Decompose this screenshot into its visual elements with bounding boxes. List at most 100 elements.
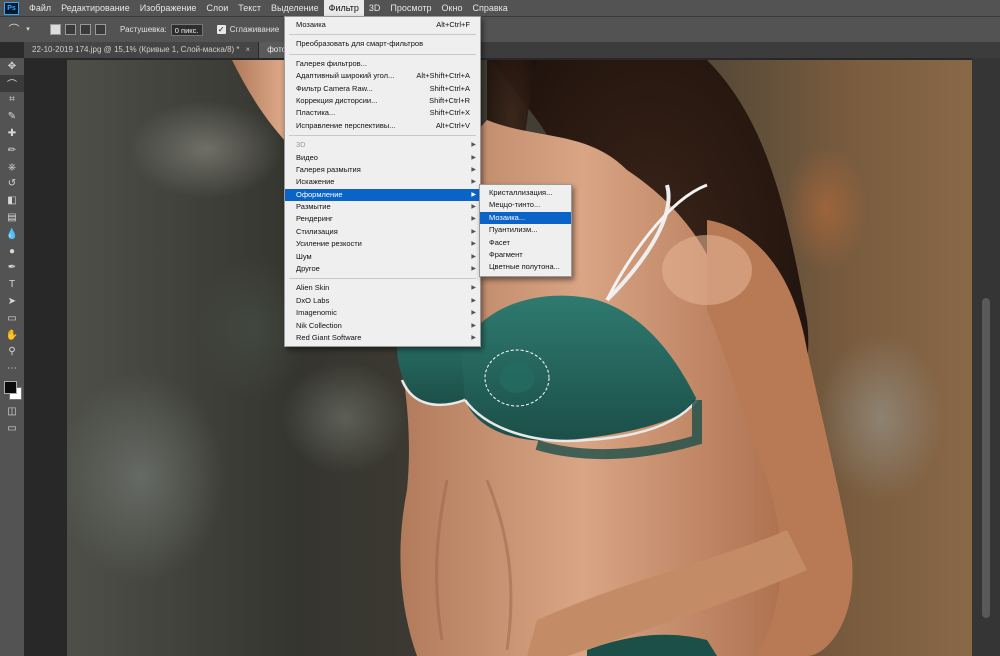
scrollbar-thumb[interactable] [982, 298, 990, 618]
options-bar: ⌒ ▾ Растушевка: 0 пикс. ✓ Сглаживание [0, 16, 1000, 42]
lasso-icon[interactable]: ⌒ [8, 24, 20, 36]
filter-menu-item[interactable]: Шум ▶ [285, 251, 480, 263]
new-selection-mode-button[interactable] [50, 24, 61, 35]
menu-7[interactable]: 3D [364, 0, 386, 16]
filter-menu-item[interactable]: Другое ▶ [285, 263, 480, 275]
intersect-selection-mode-button[interactable] [95, 24, 106, 35]
menu-6[interactable]: Фильтр [323, 0, 364, 16]
filter-menu-item[interactable]: Размытие ▶ [285, 201, 480, 213]
menu-3[interactable]: Слои [201, 0, 233, 16]
eyedropper-tool-icon[interactable]: ✎ [0, 108, 24, 125]
pixelate-menu-item[interactable]: Фасет [480, 237, 571, 249]
filter-menu-item[interactable]: Искажение ▶ [285, 176, 480, 188]
submenu-arrow-icon: ▶ [471, 334, 476, 341]
feather-label: Растушевка: [120, 25, 167, 34]
submenu-arrow-icon: ▶ [471, 285, 476, 292]
move-tool-icon[interactable]: ✥ [0, 58, 24, 75]
submenu-arrow-icon: ▶ [471, 297, 476, 304]
filter-menu-item[interactable]: Видео ▶ [285, 152, 480, 164]
healing-brush-icon[interactable]: ✚ [0, 125, 24, 142]
dodge-tool-icon[interactable]: ● [0, 243, 24, 260]
brush-tool-icon[interactable]: ✏ [0, 142, 24, 159]
menu-item-label: Фрагмент [489, 249, 523, 259]
clone-stamp-icon[interactable]: ⎈ [0, 159, 24, 176]
filter-menu-item[interactable]: Пластика... Shift+Ctrl+X [285, 107, 480, 119]
crop-tool-icon[interactable]: ⌗ [0, 92, 24, 109]
submenu-arrow-icon: ▶ [471, 154, 476, 161]
filter-menu-item: 3D ▶ [285, 139, 480, 151]
menu-item-label: Меццо-тинто... [489, 200, 541, 210]
pixelate-menu-item[interactable]: Мозаика... [480, 211, 571, 225]
hand-tool-icon[interactable]: ✋ [0, 327, 24, 344]
tool-list: ✥ ⌒ ⌗ ✎ ✚ ✏ ⎈ ↺ ◧ ▤ 💧 ● ✒ T ➤ ▭ ✋ ⚲ ⋯ [0, 58, 24, 377]
vertical-scrollbar[interactable] [972, 58, 1000, 656]
filter-menu-item[interactable]: Alien Skin ▶ [285, 282, 480, 294]
pixelate-menu-item[interactable]: Цветные полутона... [480, 261, 571, 273]
more-tools-icon[interactable]: ⋯ [0, 360, 24, 377]
filter-menu-item[interactable]: Фильтр Camera Raw... Shift+Ctrl+A [285, 83, 480, 95]
quick-mask-icon[interactable]: ◫ [0, 403, 24, 420]
pixelate-menu-item[interactable]: Пуантилизм... [480, 224, 571, 236]
submenu-arrow-icon: ▶ [471, 204, 476, 211]
filter-menu-item[interactable]: Nik Collection ▶ [285, 320, 480, 332]
filter-menu-item[interactable]: Галерея фильтров... [285, 58, 480, 70]
pen-tool-icon[interactable]: ✒ [0, 260, 24, 277]
tab-document-1[interactable]: 22-10-2019 174.jpg @ 15,1% (Кривые 1, Сл… [24, 42, 260, 58]
filter-menu-item[interactable]: DxO Labs ▶ [285, 295, 480, 307]
eraser-tool-icon[interactable]: ◧ [0, 192, 24, 209]
filter-menu-item[interactable]: Мозаика Alt+Ctrl+F [285, 19, 480, 31]
canvas-area[interactable] [24, 58, 1000, 656]
subtract-selection-mode-button[interactable] [80, 24, 91, 35]
menu-item-label: Адаптивный широкий угол... [296, 71, 395, 81]
menu-item-label: Пластика... [296, 108, 336, 118]
filter-menu-item[interactable]: Адаптивный широкий угол... Alt+Shift+Ctrl… [285, 70, 480, 82]
pixelate-menu-item[interactable]: Кристаллизация... [480, 187, 571, 199]
foreground-color-swatch[interactable] [4, 381, 17, 395]
menu-8[interactable]: Просмотр [385, 0, 436, 16]
menu-separator [289, 34, 476, 36]
chevron-down-icon[interactable]: ▾ [22, 24, 34, 36]
history-brush-icon[interactable]: ↺ [0, 176, 24, 193]
close-icon[interactable]: × [246, 45, 251, 54]
submenu-arrow-icon: ▶ [471, 228, 476, 235]
blur-tool-icon[interactable]: 💧 [0, 226, 24, 243]
path-selection-icon[interactable]: ➤ [0, 293, 24, 310]
submenu-arrow-icon: ▶ [471, 142, 476, 149]
menu-0[interactable]: Файл [24, 0, 56, 16]
feather-input[interactable]: 0 пикс. [170, 23, 203, 36]
menu-1[interactable]: Редактирование [56, 0, 135, 16]
filter-menu-item[interactable]: Коррекция дисторсии... Shift+Ctrl+R [285, 95, 480, 107]
menu-item-label: Nik Collection [296, 320, 342, 330]
menu-4[interactable]: Текст [233, 0, 266, 16]
lasso-tool-icon[interactable]: ⌒ [0, 74, 24, 92]
filter-menu-item[interactable]: Red Giant Software ▶ [285, 332, 480, 344]
filter-menu-item[interactable]: Стилизация ▶ [285, 226, 480, 238]
add-selection-mode-button[interactable] [65, 24, 76, 35]
type-tool-icon[interactable]: T [0, 276, 24, 293]
color-swatches [0, 377, 24, 403]
filter-menu-item[interactable]: Imagenomic ▶ [285, 307, 480, 319]
menu-item-label: Фасет [489, 237, 510, 247]
filter-menu-item[interactable]: Исправление перспективы... Alt+Ctrl+V [285, 120, 480, 132]
filter-menu-item[interactable]: Преобразовать для смарт-фильтров [285, 38, 480, 50]
menu-item-label: Исправление перспективы... [296, 120, 396, 130]
filter-menu-item[interactable]: Усиление резкости ▶ [285, 238, 480, 250]
gradient-tool-icon[interactable]: ▤ [0, 209, 24, 226]
pixelate-menu-item[interactable]: Меццо-тинто... [480, 199, 571, 211]
menu-item-label: Коррекция дисторсии... [296, 95, 378, 105]
menu-item-label: Imagenomic [296, 308, 337, 318]
pixelate-menu-item[interactable]: Фрагмент [480, 249, 571, 261]
antialias-checkbox[interactable]: ✓ [216, 25, 226, 34]
screen-mode-icon[interactable]: ▭ [0, 420, 24, 437]
menu-9[interactable]: Окно [437, 0, 468, 16]
menu-2[interactable]: Изображение [135, 0, 202, 16]
pixelate-submenu: Кристаллизация... Меццо-тинто... Мозаика..… [479, 184, 572, 277]
zoom-tool-icon[interactable]: ⚲ [0, 344, 24, 361]
filter-menu-item[interactable]: Галерея размытия ▶ [285, 164, 480, 176]
filter-menu-item[interactable]: Рендеринг ▶ [285, 213, 480, 225]
menu-10[interactable]: Справка [467, 0, 512, 16]
rectangle-tool-icon[interactable]: ▭ [0, 310, 24, 327]
filter-menu-item[interactable]: Оформление ▶ [285, 188, 480, 202]
menu-bar: Ps Файл Редактирование Изображение Слои Текс… [0, 0, 1000, 16]
menu-5[interactable]: Выделение [266, 0, 324, 16]
